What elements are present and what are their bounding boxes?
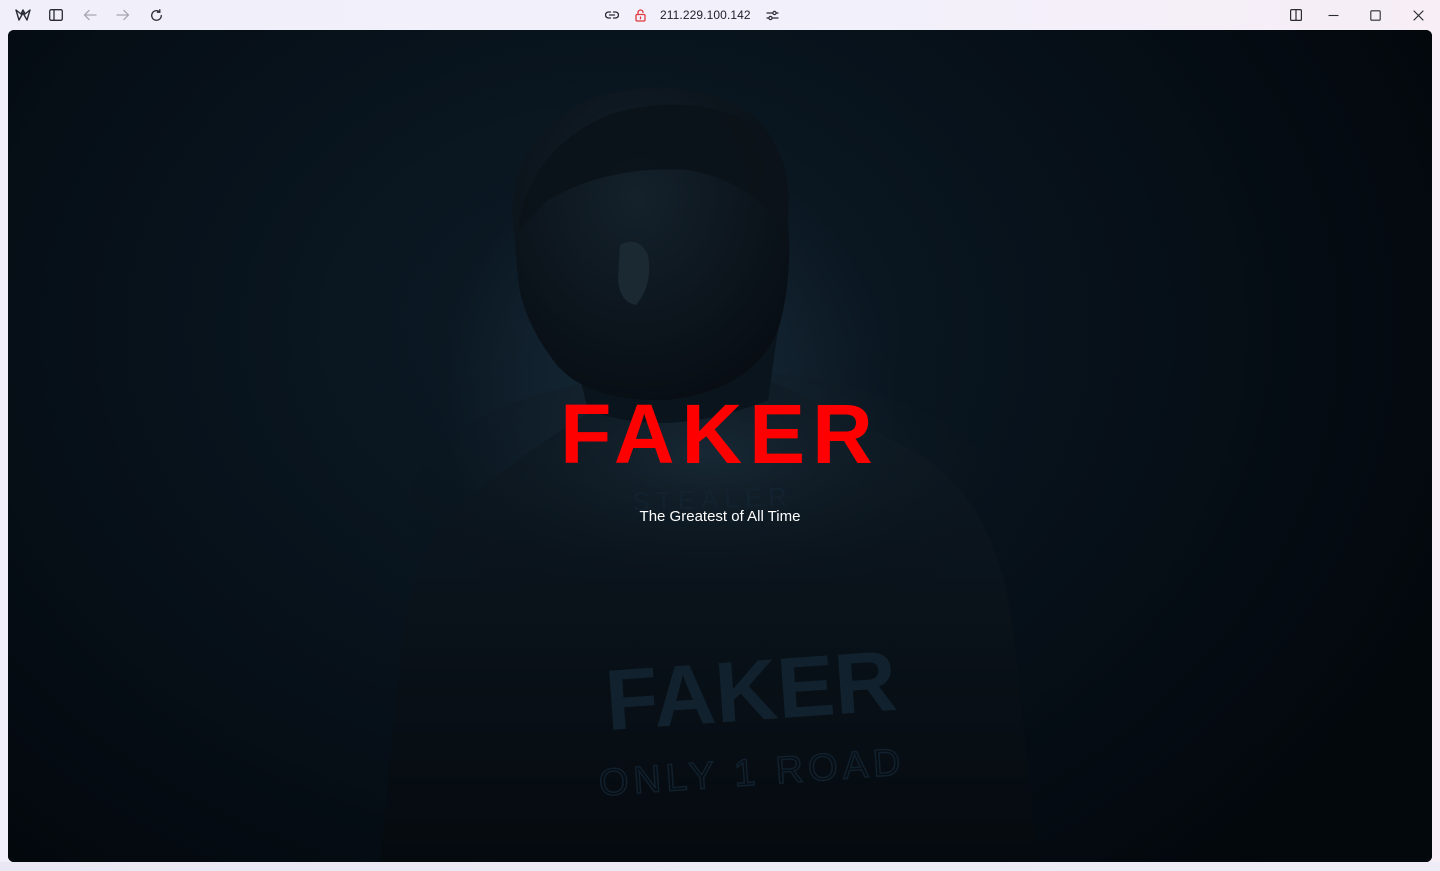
browser-toolbar: 211.229.100.142 [0, 0, 1440, 30]
browser-window: 211.229.100.142 STEALER FAKER ONLY 1 ROA… [0, 0, 1440, 871]
hero-subtitle: The Greatest of All Time [639, 508, 801, 525]
minimize-button[interactable] [1321, 4, 1345, 26]
back-button[interactable] [78, 4, 102, 26]
hero-content: FAKER The Greatest of All Time [8, 30, 1432, 862]
maximize-icon [1369, 9, 1381, 21]
address-bar[interactable]: 211.229.100.142 [600, 4, 785, 26]
page-viewport: STEALER FAKER ONLY 1 ROAD FAKER The Grea… [8, 30, 1432, 862]
address-url[interactable]: 211.229.100.142 [652, 8, 761, 22]
link-icon[interactable] [600, 4, 624, 26]
window-bottom-edge [0, 862, 1440, 871]
minimize-icon [1328, 14, 1338, 16]
lock-open-icon[interactable] [628, 4, 652, 26]
hero-title: FAKER [560, 387, 880, 481]
reload-button[interactable] [144, 4, 168, 26]
split-view-button[interactable] [1284, 4, 1308, 26]
reload-icon [150, 8, 162, 21]
maximize-button[interactable] [1363, 4, 1387, 26]
sliders-icon[interactable] [761, 4, 785, 26]
arrow-left-icon [83, 9, 97, 21]
sidebar-toggle-icon[interactable] [44, 4, 68, 26]
split-view-icon [1290, 9, 1302, 21]
close-icon [1412, 9, 1424, 21]
app-logo-icon[interactable] [11, 4, 35, 26]
forward-button[interactable] [111, 4, 135, 26]
arrow-right-icon [116, 9, 130, 21]
close-button[interactable] [1406, 4, 1430, 26]
